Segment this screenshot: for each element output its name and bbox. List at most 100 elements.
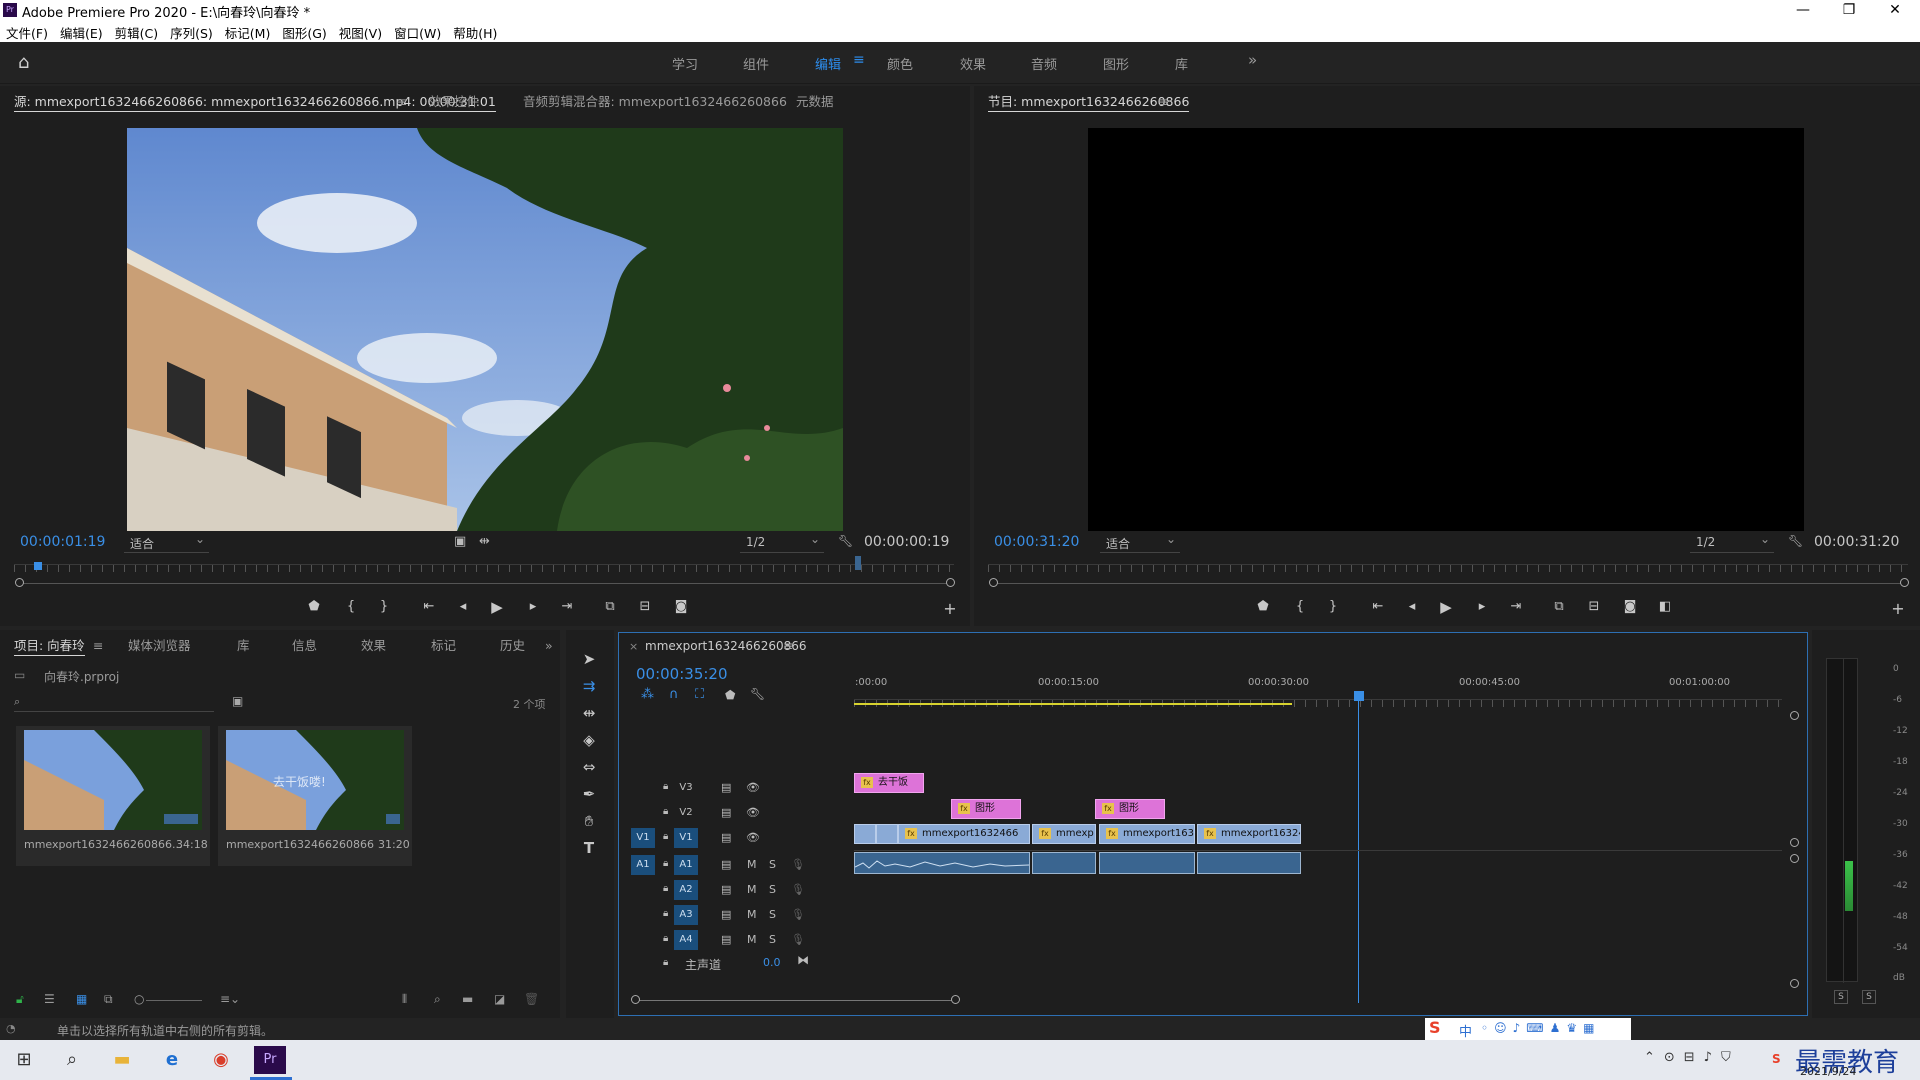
linked-selection-icon[interactable]: ⛶ [695, 687, 704, 702]
track-v3-label[interactable]: V3 [674, 778, 698, 798]
timeline-clip-v1[interactable] [854, 824, 876, 844]
drag-video-icon[interactable]: ▣ [454, 534, 466, 549]
track-a1-label[interactable]: A1 [674, 855, 698, 875]
work-area-bar[interactable] [854, 703, 1292, 705]
tab-effect-controls[interactable]: 效果控件 [429, 86, 479, 118]
ime-language-indicator[interactable]: 中 [1459, 1021, 1472, 1040]
program-mark-out-icon[interactable]: } [1322, 596, 1344, 618]
source-zoom-handle-left[interactable] [15, 578, 24, 587]
timeline-clip-v1[interactable]: fx mmexport163246 [1197, 824, 1301, 844]
solo-right-button[interactable]: S [1862, 990, 1876, 1004]
source-timecode[interactable]: 00:00:01:19 [20, 534, 105, 550]
add-marker-icon[interactable]: ⬟ [303, 596, 325, 618]
lock-track-icon[interactable]: 🔒︎ [663, 957, 668, 968]
audio-clip-a1[interactable] [854, 852, 1030, 874]
program-play-icon[interactable]: ▶ [1435, 596, 1457, 618]
menu-clip[interactable]: 剪辑(C) [109, 20, 164, 42]
source-patch-v1[interactable]: V1 [631, 828, 655, 848]
timeline-clip-v1[interactable]: fx mmexport1632 [1099, 824, 1195, 844]
razor-tool-icon[interactable]: ◈ [577, 731, 601, 753]
track-a4-label[interactable]: A4 [674, 930, 698, 950]
workspace-color[interactable]: 颜色 [887, 54, 913, 73]
slip-tool-icon[interactable]: ⇔ [577, 758, 601, 780]
mark-out-icon[interactable]: } [373, 596, 395, 618]
go-to-in-icon[interactable]: ⇤ [418, 596, 440, 618]
program-zoom-handle-right[interactable] [1900, 578, 1909, 587]
track-select-tool-icon[interactable]: ⇉ [577, 677, 601, 699]
workspace-assembly[interactable]: 组件 [743, 54, 769, 73]
source-zoom-bar[interactable] [20, 583, 950, 584]
source-playhead[interactable] [34, 562, 42, 570]
new-search-bin-icon[interactable]: ▣ [232, 694, 243, 708]
track-a2-label[interactable]: A2 [674, 880, 698, 900]
solo-track-button[interactable]: S [769, 933, 776, 946]
menu-graphics[interactable]: 图形(G) [276, 20, 332, 42]
sync-lock-icon[interactable]: ▤ [721, 806, 731, 819]
nest-toggle-icon[interactable]: ⁂ [641, 687, 654, 702]
type-tool-icon[interactable]: T [577, 839, 601, 861]
tab-source[interactable]: 源: mmexport1632466260866: mmexport163246… [14, 86, 496, 118]
menu-window[interactable]: 窗口(W) [388, 20, 447, 42]
tab-markers[interactable]: 标记 [431, 630, 456, 662]
workspace-editing[interactable]: 编辑 [815, 54, 841, 73]
timeline-clip-v2[interactable]: fx 图形 [951, 799, 1021, 819]
pen-tool-icon[interactable]: ✒︎ [577, 785, 601, 807]
tray-sogou-icon[interactable]: S [1772, 1052, 1781, 1066]
timeline-playhead-handle[interactable] [1354, 691, 1364, 701]
program-mark-in-icon[interactable]: { [1289, 596, 1311, 618]
sequence-menu-icon[interactable]: ≡ [783, 639, 793, 653]
list-view-icon[interactable]: ☰ [44, 992, 55, 1006]
trash-icon[interactable]: 🗑︎ [524, 992, 539, 1006]
toggle-track-output-eye-icon[interactable]: 👁︎ [746, 831, 760, 844]
more-workspaces-icon[interactable]: » [1248, 51, 1257, 69]
program-resolution-dropdown[interactable]: 1/2 [1690, 532, 1774, 553]
timeline-timecode[interactable]: 00:00:35:20 [636, 665, 728, 683]
mute-track-button[interactable]: M [747, 933, 757, 946]
sort-icon[interactable]: ≡⌄ [220, 992, 240, 1006]
new-item-icon[interactable]: ◪ [494, 992, 505, 1006]
lock-track-icon[interactable]: 🔒︎ [663, 933, 668, 944]
solo-track-button[interactable]: S [769, 883, 776, 896]
lock-track-icon[interactable]: 🔒︎ [663, 781, 668, 792]
audio-clip-a1[interactable] [1099, 852, 1195, 874]
project-item[interactable]: 去干饭喽! mmexport1632466260866 31:20 [218, 726, 412, 866]
audio-clip-a1[interactable] [1197, 852, 1301, 874]
find-icon[interactable]: ⌕ [434, 992, 441, 1007]
comparison-view-icon[interactable]: ◧ [1654, 596, 1676, 618]
lock-track-icon[interactable]: 🔒︎ [663, 883, 668, 894]
sync-lock-icon[interactable]: ▤ [721, 781, 731, 794]
new-bin-icon[interactable]: ▬ [462, 992, 473, 1006]
mute-track-button[interactable]: M [747, 908, 757, 921]
timeline-clip-v3[interactable]: fx 去干饭 [854, 773, 924, 793]
sogou-ime-icon[interactable]: S [1429, 1018, 1441, 1037]
insert-icon[interactable]: ⧉ [599, 596, 621, 618]
premiere-taskbar-icon[interactable]: Pr [254, 1046, 286, 1074]
solo-track-button[interactable]: S [769, 908, 776, 921]
program-settings-wrench-icon[interactable]: 🔧︎ [1788, 534, 1803, 548]
timeline-clip-v1[interactable]: fx mmexport1632466 [898, 824, 1030, 844]
program-timecode[interactable]: 00:00:31:20 [994, 534, 1079, 550]
tab-history[interactable]: 历史 [500, 630, 525, 662]
timeline-settings-wrench-icon[interactable]: 🔧︎ [750, 687, 765, 701]
lock-track-icon[interactable]: 🔒︎ [663, 908, 668, 919]
icon-view-icon[interactable]: ▦ [76, 992, 87, 1006]
mute-track-button[interactable]: M [747, 883, 757, 896]
project-search-input[interactable]: ⌕ [14, 694, 214, 712]
source-add-button-icon[interactable]: + [939, 598, 961, 620]
chrome-browser-icon[interactable]: ◉ [205, 1046, 237, 1074]
sync-lock-icon[interactable]: ▤ [721, 858, 731, 871]
program-zoom-bar[interactable] [994, 583, 1904, 584]
timeline-clip-v1[interactable] [876, 824, 898, 844]
close-sequence-icon[interactable]: × [629, 640, 638, 653]
voice-over-mic-icon[interactable]: 🎙︎ [791, 858, 805, 871]
project-tab-menu-icon[interactable]: ≡ [93, 630, 103, 662]
toggle-track-output-eye-icon[interactable]: 👁︎ [746, 806, 760, 819]
program-zoom-handle-left[interactable] [989, 578, 998, 587]
tab-metadata[interactable]: 元数据 [796, 86, 834, 118]
windows-start-icon[interactable]: ⊞ [8, 1046, 40, 1074]
sync-lock-icon[interactable]: ▤ [721, 908, 731, 921]
system-tray-icons[interactable]: ⌃⊙⊟♪⛉ [1644, 1050, 1740, 1065]
timeline-clip-v2[interactable]: fx 图形 [1095, 799, 1165, 819]
hand-tool-icon[interactable]: ✋︎ [577, 812, 601, 834]
source-fit-dropdown[interactable]: 适合 [124, 532, 209, 553]
